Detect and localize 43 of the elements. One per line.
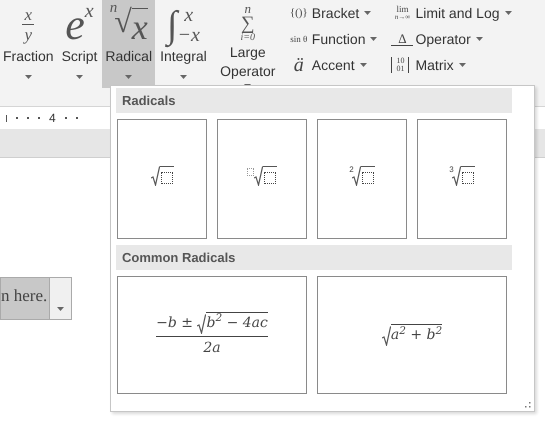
gallery-tile[interactable]: 3 — [417, 119, 507, 239]
content-control[interactable]: n here. — [0, 277, 72, 320]
radical-sign-icon — [197, 314, 206, 334]
placeholder-box-icon — [247, 168, 254, 176]
formula-text: 2a — [203, 338, 221, 358]
placeholder-box-icon — [362, 172, 374, 184]
equation-menu-button[interactable]: 10 01 Matrix — [391, 52, 512, 78]
resize-grip-icon — [525, 402, 531, 408]
section-header: Radicals — [116, 88, 512, 113]
radical-sign-icon — [150, 166, 160, 186]
button-label: Script — [62, 47, 98, 66]
accent-icon: ä — [288, 55, 310, 75]
gallery-tile[interactable]: 2 — [317, 119, 407, 239]
button-label: Integral — [160, 48, 207, 66]
button-label: Large Operator — [219, 43, 276, 81]
placeholder-box-icon — [160, 172, 172, 184]
button-label: Fraction — [3, 47, 54, 66]
gallery-tile[interactable] — [217, 119, 307, 239]
button-label: Radical — [105, 47, 152, 66]
ruler-number: 4 — [49, 110, 56, 127]
summation-icon: n ∑ i=0 — [240, 2, 256, 43]
radical-sign-icon — [452, 166, 461, 186]
formula-text: b$^{2}$ − 4ac — [206, 312, 268, 334]
bracket-icon: {()} — [288, 8, 310, 18]
formula-text: −b ± — [156, 314, 194, 332]
equation-menu-button[interactable]: ä Accent — [288, 52, 378, 78]
root-index: 2 — [349, 166, 354, 174]
radical-sign-icon — [254, 166, 263, 186]
equation-menu-button[interactable]: Δ Operator — [391, 26, 512, 52]
section-header: Common Radicals — [116, 245, 512, 270]
radical-sign-icon — [382, 326, 391, 346]
equation-menu-button[interactable]: {()} Bracket — [288, 0, 378, 26]
equation-menu-button[interactable]: sin θ Function — [288, 26, 378, 52]
root-index: 3 — [449, 166, 454, 174]
formula-text: a$^{2}$ + b$^{2}$ — [390, 324, 442, 346]
function-icon: sin θ — [288, 34, 310, 44]
placeholder-box-icon — [462, 172, 474, 184]
placeholder-box-icon — [264, 172, 276, 184]
radical-sign-icon — [352, 166, 361, 186]
equation-tool-button[interactable]: x y Fraction — [0, 0, 57, 88]
gallery-tile[interactable]: a$^{2}$ + b$^{2}$ — [317, 276, 507, 394]
gallery-tile[interactable] — [117, 119, 207, 239]
gallery-tile[interactable]: −b ± b$^{2}$ − 4ac 2a — [117, 276, 307, 394]
